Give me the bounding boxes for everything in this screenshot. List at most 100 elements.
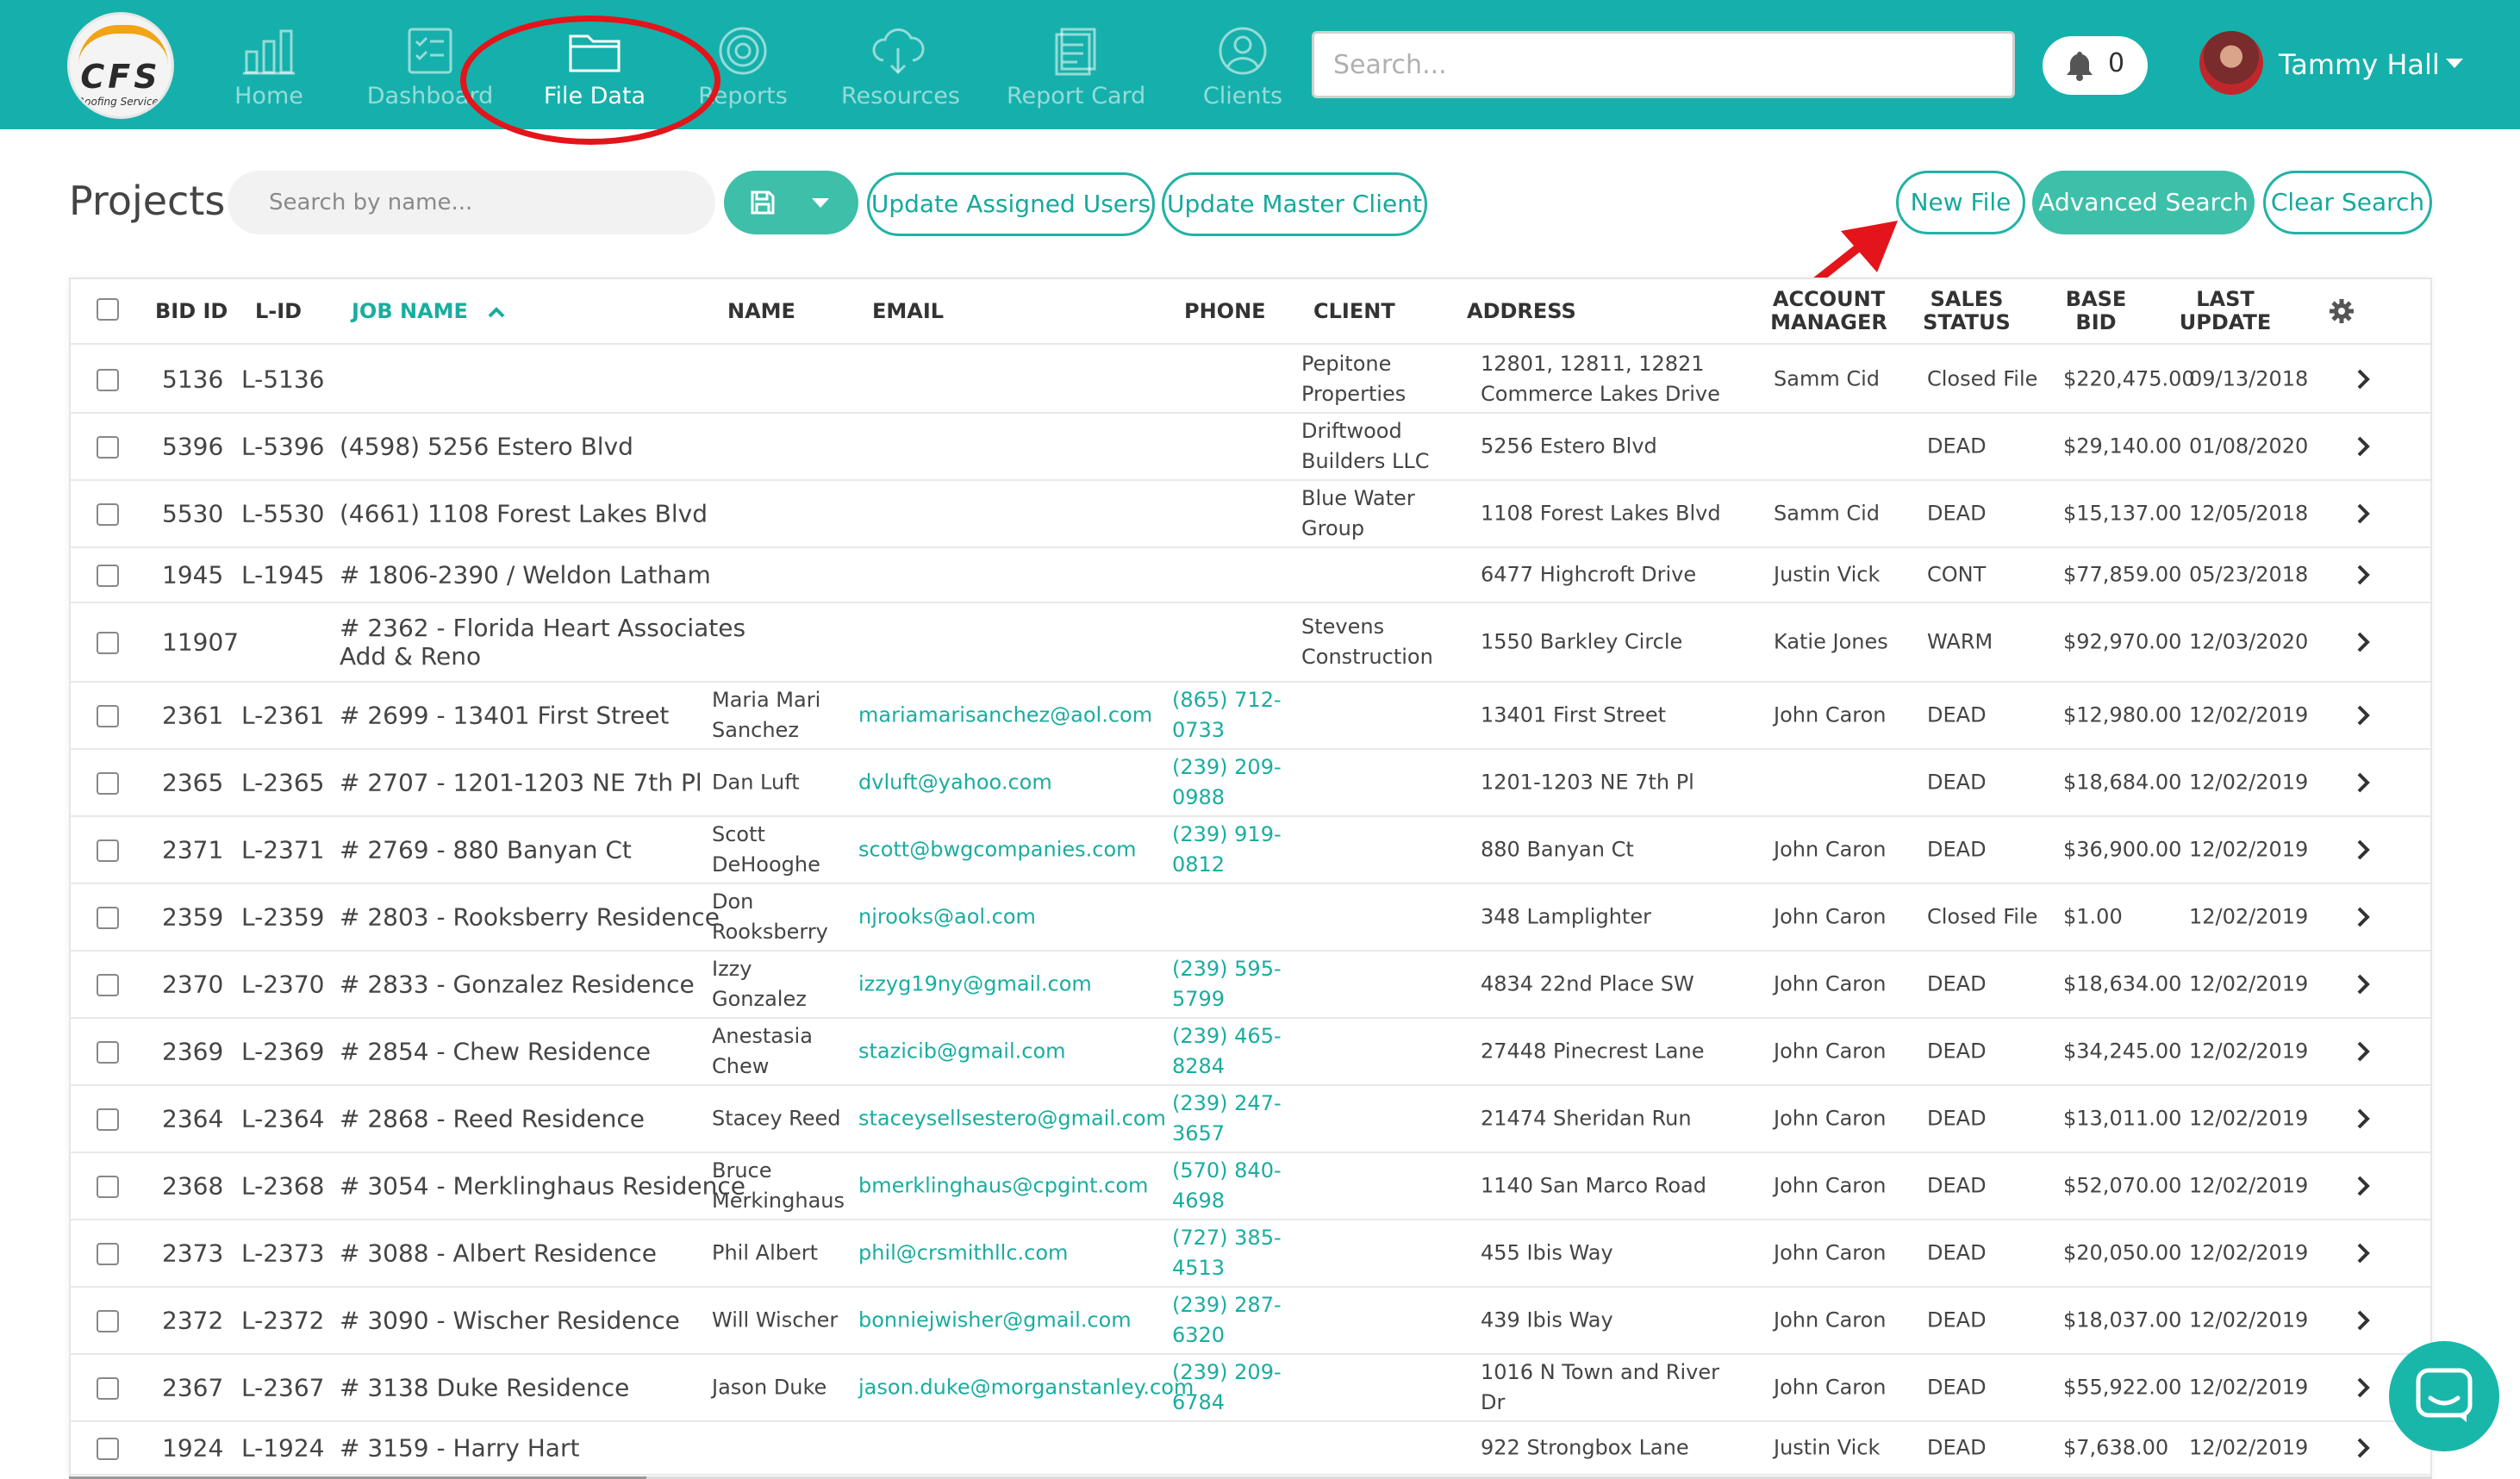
header-l-id[interactable]: L-ID	[255, 300, 302, 323]
header-bid-id[interactable]: BID ID	[155, 300, 228, 323]
nav-home[interactable]: Home	[226, 26, 312, 122]
row-checkbox[interactable]	[97, 772, 119, 795]
row-checkbox[interactable]	[97, 632, 119, 654]
row-checkbox[interactable]	[97, 1310, 119, 1332]
user-name[interactable]: Tammy Hall	[2279, 48, 2440, 81]
table-row[interactable]: 2361 L-2361 # 2699 - 13401 First Street Mar…	[71, 683, 2430, 750]
phone-link[interactable]: (865) 712-0733	[1172, 685, 1293, 746]
email-link[interactable]: njrooks@aol.com	[858, 902, 1238, 933]
header-client[interactable]: CLIENT	[1313, 300, 1395, 323]
table-row[interactable]: 2370 L-2370 # 2833 - Gonzalez Residence Izz…	[71, 952, 2430, 1019]
table-row[interactable]: 2364 L-2364 # 2868 - Reed Residence Stacey …	[71, 1086, 2430, 1153]
header-last-update[interactable]: LAST UPDATE	[2165, 288, 2286, 334]
user-avatar[interactable]	[2199, 31, 2263, 95]
row-checkbox[interactable]	[97, 436, 119, 459]
table-row[interactable]: 1945 L-1945 # 1806-2390 / Weldon Latham 647…	[71, 548, 2430, 603]
table-row[interactable]: 5530 L-5530 (4661) 1108 Forest Lakes Blvd B…	[71, 481, 2430, 548]
header-address[interactable]: ADDRESS	[1467, 300, 1576, 323]
phone-link[interactable]: (239) 919-0812	[1172, 820, 1293, 880]
search-by-name-input[interactable]	[228, 171, 715, 234]
table-row[interactable]: 5396 L-5396 (4598) 5256 Estero Blvd Driftwo…	[71, 414, 2430, 481]
chevron-right-icon[interactable]	[2355, 905, 2372, 929]
chevron-right-icon[interactable]	[2355, 367, 2372, 391]
header-base-bid[interactable]: BASE BID	[2044, 288, 2148, 334]
update-assigned-users-button[interactable]: Update Assigned Users	[867, 172, 1155, 236]
base-bid-cell: $13,011.00	[2063, 1106, 2182, 1131]
table-row[interactable]: 11907 # 2362 - Florida Heart Associates A…	[71, 603, 2430, 683]
row-checkbox[interactable]	[97, 565, 119, 587]
row-checkbox[interactable]	[97, 705, 119, 727]
nav-reports[interactable]: Reports	[696, 26, 789, 122]
chevron-right-icon[interactable]	[2355, 563, 2372, 587]
phone-link[interactable]: (727) 385-4513	[1172, 1223, 1293, 1283]
chevron-right-icon[interactable]	[2355, 972, 2372, 996]
phone-link[interactable]: (239) 209-0988	[1172, 752, 1293, 813]
chevron-right-icon[interactable]	[2355, 1174, 2372, 1198]
phone-link[interactable]: (570) 840-4698	[1172, 1156, 1293, 1216]
clear-search-button[interactable]: Clear Search	[2263, 171, 2432, 234]
phone-link[interactable]: (239) 595-5799	[1172, 954, 1293, 1014]
row-checkbox[interactable]	[97, 974, 119, 996]
row-checkbox[interactable]	[97, 839, 119, 862]
chevron-right-icon[interactable]	[2355, 434, 2372, 459]
table-row[interactable]: 2367 L-2367 # 3138 Duke Residence Jason Duk…	[71, 1355, 2430, 1422]
chevron-right-icon[interactable]	[2355, 1308, 2372, 1332]
chevron-right-icon[interactable]	[2355, 1241, 2372, 1265]
save-view-dropdown-button[interactable]	[724, 171, 858, 234]
notifications-button[interactable]: 0	[2043, 36, 2148, 95]
row-checkbox[interactable]	[97, 907, 119, 929]
table-row[interactable]: 2368 L-2368 # 3054 - Merklinghaus Residenc…	[71, 1153, 2430, 1220]
new-file-button[interactable]: New File	[1896, 171, 2025, 234]
chevron-right-icon[interactable]	[2355, 1039, 2372, 1064]
phone-link[interactable]: (239) 247-3657	[1172, 1089, 1293, 1149]
row-checkbox[interactable]	[97, 503, 119, 526]
header-name[interactable]: NAME	[727, 300, 795, 323]
table-row[interactable]: 1924 L-1924 # 3159 - Harry Hart 922 Strongb…	[71, 1422, 2430, 1476]
advanced-search-button[interactable]: Advanced Search	[2032, 171, 2255, 234]
header-email[interactable]: EMAIL	[872, 300, 944, 323]
chevron-right-icon[interactable]	[2355, 630, 2372, 654]
gear-icon[interactable]	[2329, 298, 2355, 324]
update-master-client-button[interactable]: Update Master Client	[1162, 172, 1427, 236]
nav-home-label: Home	[234, 83, 303, 109]
chevron-right-icon[interactable]	[2355, 502, 2372, 526]
header-phone[interactable]: PHONE	[1184, 300, 1266, 323]
table-row[interactable]: 2373 L-2373 # 3088 - Albert Residence Phil …	[71, 1220, 2430, 1288]
table-row[interactable]: 2372 L-2372 # 3090 - Wischer Residence Will…	[71, 1288, 2430, 1355]
chevron-right-icon[interactable]	[2355, 1376, 2372, 1400]
chat-launcher-button[interactable]	[2389, 1341, 2517, 1451]
header-account-manager[interactable]: ACCOUNT MANAGER	[1760, 288, 1898, 334]
chevron-right-icon[interactable]	[2355, 771, 2372, 795]
table-row[interactable]: 2369 L-2369 # 2854 - Chew Residence Anestas…	[71, 1019, 2430, 1086]
header-job-name[interactable]: JOB NAME	[352, 300, 506, 323]
row-checkbox[interactable]	[97, 1041, 119, 1064]
company-logo[interactable]: CFS Roofing Services	[67, 12, 174, 119]
phone-link[interactable]: (239) 287-6320	[1172, 1290, 1293, 1351]
nav-report-card[interactable]: Report Card	[1007, 26, 1145, 122]
chevron-right-icon[interactable]	[2355, 1436, 2372, 1460]
nav-dashboard[interactable]: Dashboard	[365, 26, 495, 122]
table-row[interactable]: 5136 L-5136 Pepitone Properties 12801, 1281…	[71, 346, 2430, 414]
row-checkbox[interactable]	[97, 1243, 119, 1265]
row-checkbox[interactable]	[97, 1377, 119, 1400]
chevron-right-icon[interactable]	[2355, 1107, 2372, 1131]
row-checkbox[interactable]	[97, 1108, 119, 1131]
nav-file-data[interactable]: File Data	[534, 26, 655, 122]
chevron-down-icon[interactable]	[2446, 59, 2463, 68]
row-checkbox[interactable]	[97, 1176, 119, 1198]
table-row[interactable]: 2365 L-2365 # 2707 - 1201-1203 NE 7th Pl Da…	[71, 750, 2430, 817]
phone-link[interactable]: (239) 465-8284	[1172, 1021, 1293, 1082]
nav-resources[interactable]: Resources	[841, 26, 960, 122]
phone-link[interactable]: (239) 209-6784	[1172, 1357, 1293, 1418]
table-row[interactable]: 2359 L-2359 # 2803 - Rooksberry Residence D…	[71, 884, 2430, 952]
select-all-checkbox[interactable]	[97, 298, 119, 321]
row-checkbox[interactable]	[97, 1438, 119, 1460]
global-search-input[interactable]	[1312, 31, 2015, 98]
table-row[interactable]: 2371 L-2371 # 2769 - 880 Banyan Ct Scott De…	[71, 817, 2430, 884]
header-sales-status[interactable]: SALES STATUS	[1906, 288, 2027, 334]
chevron-right-icon[interactable]	[2355, 703, 2372, 727]
job-name-cell: # 2868 - Reed Residence	[340, 1104, 646, 1133]
row-checkbox[interactable]	[97, 369, 119, 391]
nav-clients[interactable]: Clients	[1201, 26, 1284, 122]
chevron-right-icon[interactable]	[2355, 838, 2372, 862]
